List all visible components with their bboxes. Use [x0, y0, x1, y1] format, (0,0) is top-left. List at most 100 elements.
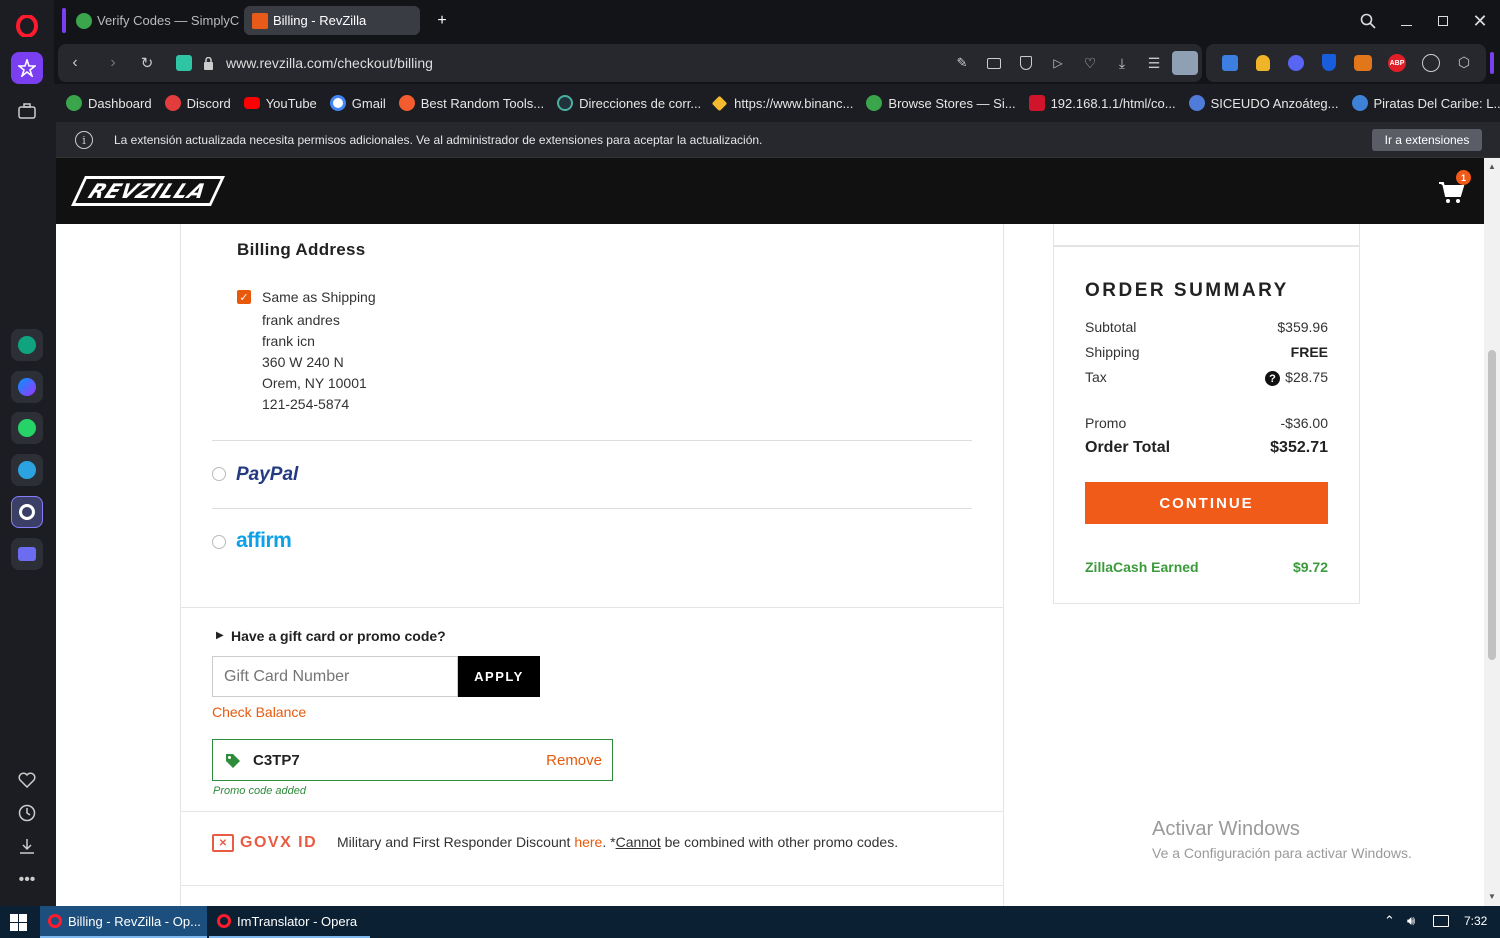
govx-logo: GOVX ID [240, 834, 318, 851]
direcciones-icon [557, 95, 574, 111]
scroll-up-icon[interactable]: ▲ [1488, 162, 1496, 171]
honey-extension-icon[interactable] [1256, 55, 1270, 71]
translator-extension-icon[interactable] [1222, 55, 1238, 71]
search-tabs-icon[interactable] [1358, 11, 1378, 31]
apply-button[interactable]: APPLY [458, 656, 540, 697]
divider [212, 440, 972, 441]
telegram-icon[interactable] [11, 454, 43, 486]
taskbar-item-imtranslator[interactable]: ImTranslator - Opera [209, 906, 370, 938]
easy-setup-icon[interactable]: ☰ [1146, 55, 1162, 71]
opera-logo-icon[interactable] [11, 10, 43, 42]
bookmark-dashboard[interactable]: Dashboard [66, 95, 152, 111]
check-balance-link[interactable]: Check Balance [212, 704, 306, 720]
remove-promo-link[interactable]: Remove [546, 752, 602, 769]
volume-icon[interactable]: 🔊︎ [1407, 913, 1415, 929]
tray-chevron-icon[interactable]: ⌃ [1384, 913, 1395, 929]
same-as-shipping-label[interactable]: Same as Shipping [262, 289, 376, 305]
govx-here-link[interactable]: here [574, 834, 602, 850]
player-icon[interactable] [11, 496, 43, 528]
more-icon[interactable]: ••• [11, 864, 43, 896]
google-icon [329, 95, 346, 111]
workspace-indicator [62, 8, 66, 33]
reload-icon[interactable]: ↻ [138, 54, 156, 72]
close-window-icon[interactable]: ✕ [1470, 11, 1490, 31]
paypal-logo-text: PayPal [236, 464, 299, 485]
bookmark-router[interactable]: 192.168.1.1/html/co... [1028, 95, 1176, 111]
promo-toggle[interactable]: Have a gift card or promo code? [231, 628, 446, 644]
taskbar-item-billing[interactable]: Billing - RevZilla - Op... [40, 906, 207, 938]
tax-help-icon[interactable]: ? [1265, 371, 1280, 386]
address-line: Orem, NY 10001 [262, 375, 367, 391]
extensions-cube-icon[interactable]: ⬡ [1456, 54, 1472, 70]
scroll-down-icon[interactable]: ▼ [1488, 892, 1496, 901]
bookmark-piratas[interactable]: Piratas Del Caribe: L... [1351, 95, 1500, 111]
download-icon[interactable]: ⤓ [1114, 55, 1130, 71]
affirm-radio[interactable] [212, 535, 226, 549]
bookmark-label: Discord [186, 95, 231, 111]
revzilla-logo[interactable]: REVZILLA [71, 176, 225, 206]
bookmark-discord[interactable]: Discord [164, 95, 231, 111]
order-summary-box: ORDER SUMMARY Subtotal $359.96 Shipping … [1053, 246, 1360, 604]
same-as-shipping-checkbox[interactable]: ✓ [237, 290, 251, 304]
adblock-shield-icon[interactable] [1018, 55, 1034, 71]
metamask-extension-icon[interactable] [1354, 55, 1372, 71]
scrollbar-thumb[interactable] [1488, 350, 1496, 660]
continue-button[interactable]: CONTINUE [1085, 482, 1328, 524]
heart-icon[interactable] [11, 764, 43, 796]
new-tab-icon[interactable]: + [432, 11, 452, 31]
tax-label: Tax [1085, 369, 1107, 385]
promo-value: -$36.00 [1280, 415, 1328, 431]
workspaces-icon[interactable] [11, 95, 43, 127]
opera-icon [217, 914, 231, 928]
affirm-logo[interactable]: affirm [236, 529, 292, 553]
tab-billing-revzilla[interactable]: Billing - RevZilla [244, 6, 420, 35]
send-icon[interactable]: ▷ [1050, 55, 1066, 71]
tab-bar: Verify Codes — SimplyCod Billing - RevZi… [54, 0, 1500, 42]
bookmark-siceudo[interactable]: SICEUDO Anzoáteg... [1188, 95, 1339, 111]
bookmark-best-random-tools[interactable]: Best Random Tools... [398, 95, 544, 111]
adblock-plus-icon[interactable]: ABP [1388, 54, 1406, 72]
bitwarden-extension-icon[interactable] [1322, 54, 1336, 71]
bookmark-browse-stores[interactable]: Browse Stores — Si... [866, 95, 1016, 111]
clock[interactable]: 7:32 [1464, 914, 1487, 928]
history-icon[interactable] [11, 797, 43, 829]
tab-verify-codes[interactable]: Verify Codes — SimplyCod [68, 6, 240, 35]
paypal-logo[interactable]: PayPal [236, 464, 298, 486]
url-text[interactable]: www.revzilla.com/checkout/billing [226, 55, 433, 71]
bookmark-heart-icon[interactable]: ♡ [1082, 55, 1098, 71]
downloads-icon[interactable] [11, 830, 43, 862]
whatsapp-icon[interactable] [11, 412, 43, 444]
bookmark-label: Direcciones de corr... [579, 95, 702, 111]
back-icon[interactable]: ‹ [66, 54, 84, 72]
wallet-icon[interactable] [11, 538, 43, 570]
minimize-icon[interactable] [1396, 11, 1416, 31]
page-scrollbar[interactable]: ▲ ▼ [1484, 158, 1500, 906]
restore-icon[interactable] [1433, 11, 1453, 31]
bookmark-label: SICEUDO Anzoáteg... [1210, 95, 1339, 111]
discord-extension-icon[interactable] [1288, 55, 1304, 71]
go-to-extensions-button[interactable]: Ir a extensiones [1372, 129, 1482, 151]
bookmark-youtube[interactable]: YouTube [243, 96, 317, 111]
binance-icon [711, 95, 728, 111]
bookmark-label: Browse Stores — Si... [888, 95, 1016, 111]
edit-icon[interactable]: ✎ [954, 55, 970, 71]
subtotal-value: $359.96 [1277, 319, 1328, 335]
snapshot-icon[interactable] [986, 55, 1002, 71]
taskbar-label: ImTranslator - Opera [237, 913, 358, 929]
messenger-icon[interactable] [11, 371, 43, 403]
profile-avatar[interactable] [1172, 51, 1198, 75]
paypal-radio[interactable] [212, 467, 226, 481]
chatgpt-icon[interactable] [11, 329, 43, 361]
bookmark-gmail[interactable]: Gmail [329, 95, 386, 111]
forward-icon[interactable]: › [104, 54, 122, 72]
windows-start-icon[interactable] [10, 914, 27, 931]
gift-card-input[interactable] [212, 656, 458, 697]
network-icon[interactable] [1433, 915, 1449, 927]
site-info-icon[interactable] [176, 55, 192, 71]
speed-dial-icon[interactable] [11, 52, 43, 84]
bookmark-direcciones[interactable]: Direcciones de corr... [557, 95, 701, 111]
vpn-globe-icon[interactable] [1422, 54, 1440, 72]
govx-cannot-link[interactable]: Cannot [616, 834, 661, 850]
dashboard-icon [66, 95, 82, 111]
bookmark-binance[interactable]: https://www.binanc... [711, 95, 853, 111]
